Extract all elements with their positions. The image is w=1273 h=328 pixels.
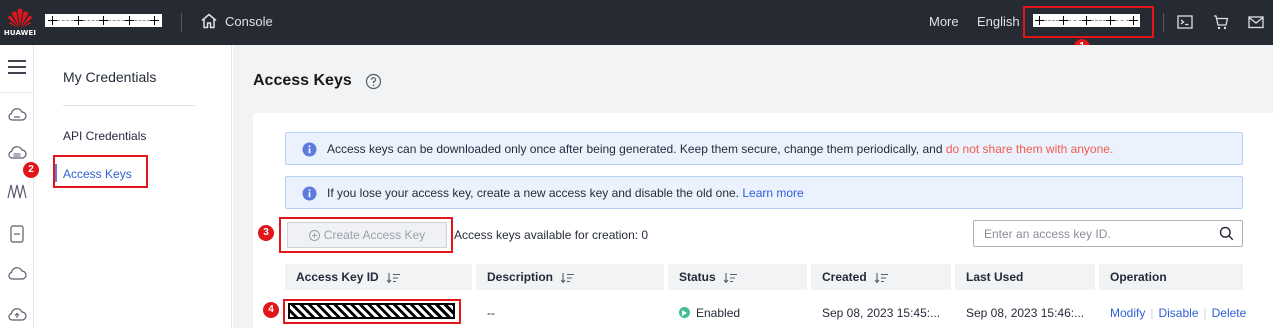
rail-divider xyxy=(0,92,34,93)
database-icon[interactable] xyxy=(6,223,28,245)
huawei-logo[interactable]: HUAWEI xyxy=(0,0,40,45)
access-key-search xyxy=(973,220,1243,247)
column-header-access-key-id[interactable]: Access Key ID xyxy=(285,264,472,290)
cloud-server-icon[interactable] xyxy=(6,104,28,126)
cloud-storage-icon[interactable] xyxy=(6,142,28,164)
table-cell-last-used: Sep 08, 2023 15:46:... xyxy=(966,306,1085,320)
page-title: Access Keys xyxy=(253,72,352,89)
column-header-status[interactable]: Status xyxy=(668,264,807,290)
sidebar-divider xyxy=(63,105,195,106)
highlight-box-1 xyxy=(1023,6,1154,38)
alert-download-text: Access keys can be downloaded only once … xyxy=(327,142,1114,156)
status-enabled-icon xyxy=(679,307,690,319)
mail-icon[interactable] xyxy=(1247,13,1265,31)
terminal-icon[interactable] xyxy=(1176,13,1194,31)
logo-text: HUAWEI xyxy=(3,29,37,37)
sort-icon[interactable] xyxy=(386,272,400,283)
alert-lost-key-text: If you lose your access key, create a ne… xyxy=(327,186,804,200)
huawei-flower-icon xyxy=(8,8,32,28)
menu-icon[interactable] xyxy=(6,56,28,78)
table-cell-description: -- xyxy=(487,306,495,320)
sort-icon[interactable] xyxy=(723,272,737,283)
info-alert-download: Access keys can be downloaded only once … xyxy=(285,132,1243,165)
sort-icon[interactable] xyxy=(874,272,888,283)
delete-link[interactable]: Delete xyxy=(1212,306,1247,320)
cloud-upload-icon[interactable] xyxy=(6,303,28,325)
cart-icon[interactable] xyxy=(1212,13,1230,31)
learn-more-link[interactable]: Learn more xyxy=(742,186,803,200)
alert-warning-text: do not share them with anyone. xyxy=(945,142,1114,156)
sidebar-item-api-credentials[interactable]: API Credentials xyxy=(63,129,146,143)
info-alert-lost-key: If you lose your access key, create a ne… xyxy=(285,176,1243,209)
redacted-region-name[interactable] xyxy=(45,14,162,27)
service-icon-rail xyxy=(0,45,34,328)
console-link[interactable]: Console xyxy=(225,14,273,29)
column-header-description[interactable]: Description xyxy=(476,264,664,290)
highlight-box-4 xyxy=(283,299,461,324)
info-icon xyxy=(302,142,317,157)
step-badge-2: 2 xyxy=(23,162,39,178)
search-icon[interactable] xyxy=(1219,226,1234,241)
home-icon[interactable] xyxy=(200,12,218,30)
table-cell-status: Enabled xyxy=(668,300,807,326)
table-cell-created: Sep 08, 2023 15:45:... xyxy=(822,306,941,320)
modify-link[interactable]: Modify xyxy=(1110,306,1145,320)
column-header-created[interactable]: Created xyxy=(811,264,951,290)
highlight-box-3 xyxy=(279,217,453,253)
more-menu[interactable]: More xyxy=(929,14,959,29)
highlight-box-2 xyxy=(53,155,148,188)
sort-icon[interactable] xyxy=(561,272,575,283)
network-icon[interactable] xyxy=(6,180,28,202)
available-keys-text: Access keys available for creation: 0 xyxy=(454,228,649,242)
search-input[interactable] xyxy=(974,221,1214,246)
disable-link[interactable]: Disable xyxy=(1158,306,1198,320)
step-badge-4: 4 xyxy=(263,302,279,318)
column-header-last-used: Last Used xyxy=(955,264,1095,290)
sidebar-title: My Credentials xyxy=(63,69,157,85)
header-divider xyxy=(181,13,182,32)
step-badge-3: 3 xyxy=(258,225,274,241)
language-selector[interactable]: English xyxy=(977,14,1020,29)
cloud-icon[interactable] xyxy=(6,262,28,284)
table-cell-operation: Modify | Disable | Delete xyxy=(1110,306,1247,320)
column-header-operation: Operation xyxy=(1099,264,1243,290)
header-divider-right xyxy=(1163,13,1164,32)
help-icon[interactable] xyxy=(365,73,382,90)
info-icon xyxy=(302,186,317,201)
